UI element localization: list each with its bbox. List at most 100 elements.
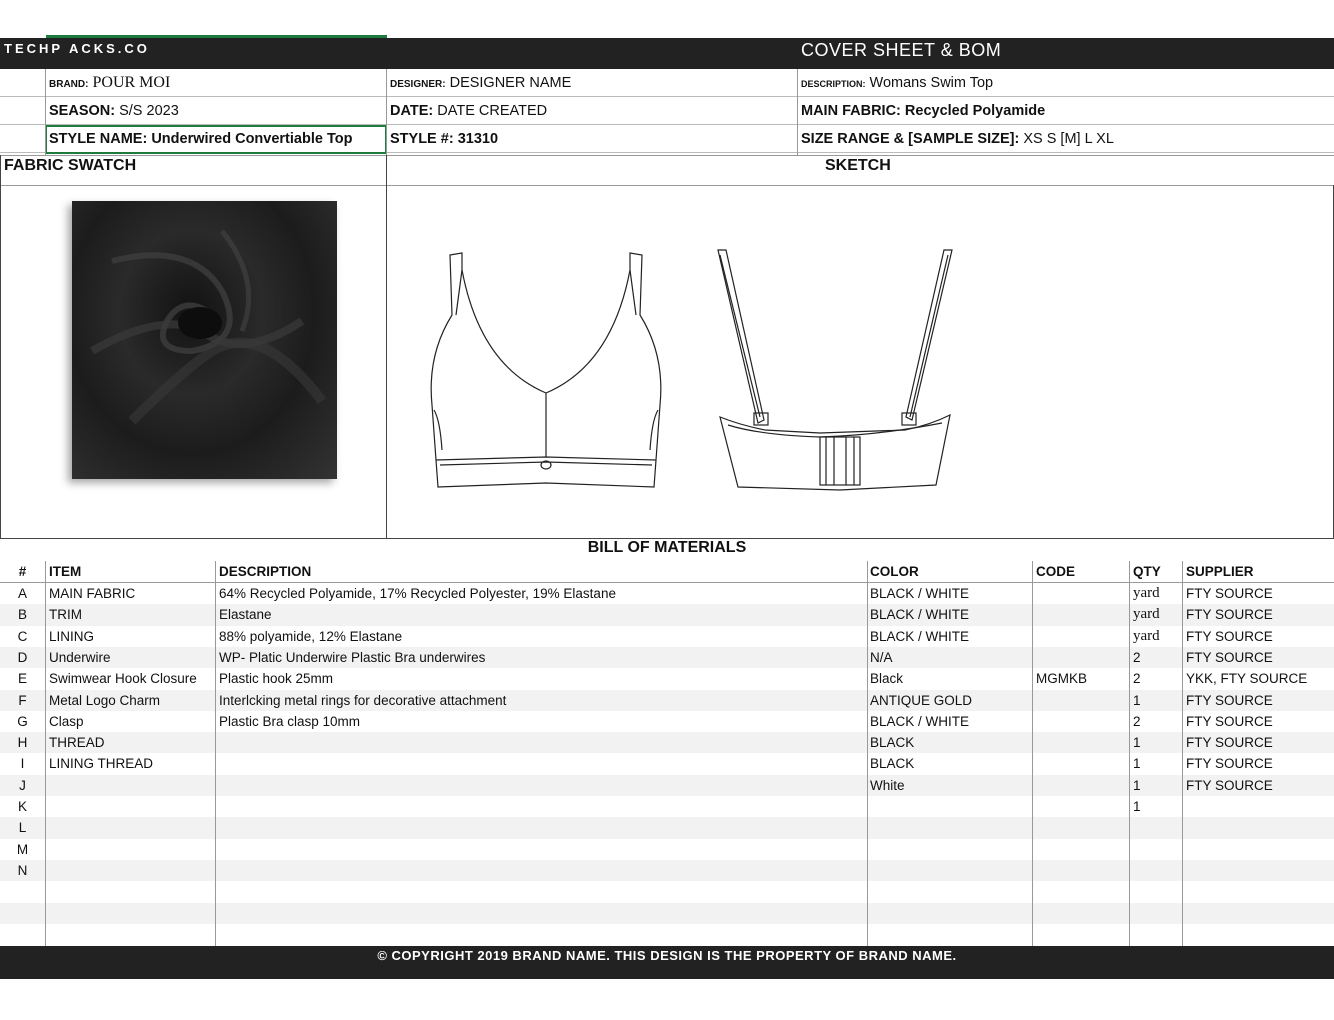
divider: [45, 561, 46, 946]
cell-code: MGMKB: [1036, 671, 1088, 687]
size-range-value: XS S [M] L XL: [1023, 131, 1114, 147]
table-row[interactable]: F Metal Logo Charm Interlcking metal rings…: [0, 689, 1334, 711]
description-label: DESCRIPTION:: [801, 79, 866, 89]
cell-color: ANTIQUE GOLD: [870, 692, 973, 708]
style-number-cell[interactable]: STYLE #: 31310: [390, 125, 498, 153]
bom-header-row: # ITEM DESCRIPTION COLOR CODE QTY SUPPLI…: [0, 561, 1334, 582]
cell-item: THREAD: [49, 735, 105, 751]
divider: [0, 155, 1334, 156]
divider: [0, 155, 1, 539]
cell-number: J: [19, 777, 26, 793]
cell-number: B: [17, 607, 27, 623]
garment-sketch: [430, 249, 953, 491]
divider: [797, 69, 798, 155]
size-range-label: SIZE RANGE & [SAMPLE SIZE]:: [801, 131, 1020, 147]
cell-number: F: [18, 692, 27, 708]
cell-supplier: FTY SOURCE: [1186, 735, 1273, 751]
size-range-cell[interactable]: SIZE RANGE & [SAMPLE SIZE]: XS S [M] L X…: [801, 125, 1114, 153]
table-row[interactable]: K1: [0, 796, 1334, 817]
cell-qty: 2: [1133, 713, 1141, 729]
page-title: COVER SHEET & BOM: [801, 40, 1002, 60]
col-header-supplier: SUPPLIER: [1186, 564, 1254, 579]
cell-number: M: [16, 841, 29, 857]
divider: [867, 561, 868, 946]
cell-number: D: [17, 649, 28, 665]
col-header-code: CODE: [1036, 564, 1076, 579]
table-row[interactable]: L: [0, 817, 1334, 839]
cell-number: A: [17, 586, 27, 601]
cell-supplier: FTY SOURCE: [1186, 649, 1273, 665]
divider: [386, 155, 387, 539]
cell-number: N: [17, 862, 28, 878]
cell-color: BLACK / WHITE: [870, 607, 970, 623]
main-fabric-cell[interactable]: MAIN FABRIC: Recycled Polyamide: [801, 97, 1045, 125]
cell-item: LINING THREAD: [49, 756, 154, 772]
cell-color: White: [870, 777, 905, 793]
table-row[interactable]: I LINING THREAD BLACK 1 FTY SOURCE: [0, 753, 1334, 774]
cell-number: K: [17, 799, 27, 814]
divider: [386, 69, 387, 155]
logo-text: TECHP ACKS.CO: [4, 41, 150, 56]
brand-value: POUR MOI: [92, 74, 171, 91]
table-row[interactable]: J White 1 FTY SOURCE: [0, 774, 1334, 796]
table-row[interactable]: D Underwire WP- Platic Underwire Plastic B…: [0, 646, 1334, 669]
cell-color: BLACK / WHITE: [870, 628, 970, 644]
cell-item: MAIN FABRIC: [49, 586, 136, 601]
cell-qty: 1: [1133, 777, 1141, 793]
selected-cell-outline: [45, 125, 387, 154]
date-label: DATE:: [390, 103, 434, 119]
designer-cell[interactable]: DESIGNER: DESIGNER NAME: [390, 69, 571, 97]
date-cell[interactable]: DATE: DATE CREATED: [390, 97, 547, 125]
table-row[interactable]: E Swimwear Hook Closure Plastic hook 25mm B…: [0, 668, 1334, 689]
table-row[interactable]: H THREAD BLACK 1 FTY SOURCE: [0, 732, 1334, 754]
description-cell[interactable]: DESCRIPTION: Womans Swim Top: [801, 69, 993, 97]
cell-supplier: FTY SOURCE: [1186, 586, 1273, 601]
fabric-swatch-heading: FABRIC SWATCH: [4, 157, 137, 174]
header-bar: [0, 38, 1334, 69]
divider: [1129, 561, 1130, 946]
main-fabric-label: MAIN FABRIC:: [801, 103, 901, 119]
divider: [215, 561, 216, 946]
cell-qty: 1: [1133, 735, 1141, 751]
description-value: Womans Swim Top: [869, 75, 994, 91]
cell-supplier: FTY SOURCE: [1186, 777, 1273, 793]
table-row[interactable]: [0, 924, 1334, 945]
brand-cell[interactable]: BRAND: POUR MOI: [49, 69, 170, 97]
col-header-item: ITEM: [49, 564, 82, 579]
cell-supplier: FTY SOURCE: [1186, 607, 1273, 623]
brand-label: BRAND:: [49, 79, 89, 90]
table-row[interactable]: G Clasp Plastic Bra clasp 10mm BLACK / WHIT…: [0, 711, 1334, 732]
cell-qty: 2: [1133, 649, 1141, 665]
cell-number: E: [17, 671, 27, 687]
cell-supplier: FTY SOURCE: [1186, 692, 1273, 708]
divider: [0, 582, 1334, 583]
table-row[interactable]: M: [0, 839, 1334, 860]
table-row[interactable]: C LINING 88% polyamide, 12% Elastane BLACK …: [0, 626, 1334, 647]
season-cell[interactable]: SEASON: S/S 2023: [49, 97, 179, 125]
table-row[interactable]: B TRIM Elastane BLACK / WHITE yard FTY SOURCE: [0, 604, 1334, 626]
table-row[interactable]: [0, 902, 1334, 924]
designer-value: DESIGNER NAME: [449, 75, 572, 91]
cell-item: Underwire: [49, 649, 111, 665]
col-header-number: #: [18, 564, 27, 579]
cell-supplier: FTY SOURCE: [1186, 756, 1273, 772]
divider: [1182, 561, 1183, 946]
cell-qty: 1: [1133, 756, 1141, 772]
table-row[interactable]: [0, 881, 1334, 902]
cell-item: Clasp: [49, 713, 84, 729]
copyright-footer: © COPYRIGHT 2019 BRAND NAME. THIS DESIGN…: [0, 946, 1334, 979]
cell-item: Swimwear Hook Closure: [49, 671, 197, 687]
cell-color: BLACK / WHITE: [870, 586, 970, 601]
cell-number: G: [17, 713, 28, 729]
season-value: S/S 2023: [119, 103, 179, 119]
sketch-heading: SKETCH: [825, 157, 891, 174]
main-fabric-value: Recycled Polyamide: [904, 103, 1046, 119]
cell-qty: yard: [1133, 585, 1160, 601]
cell-color: BLACK / WHITE: [870, 713, 970, 729]
cell-supplier: YKK, FTY SOURCE: [1186, 671, 1308, 687]
cell-color: BLACK: [870, 756, 915, 772]
table-row[interactable]: N: [0, 859, 1334, 882]
cell-color: Black: [870, 671, 904, 687]
table-row[interactable]: A MAIN FABRIC 64% Recycled Polyamide, 17% …: [0, 583, 1334, 604]
cell-description: 64% Recycled Polyamide, 17% Recycled Pol…: [219, 586, 616, 601]
